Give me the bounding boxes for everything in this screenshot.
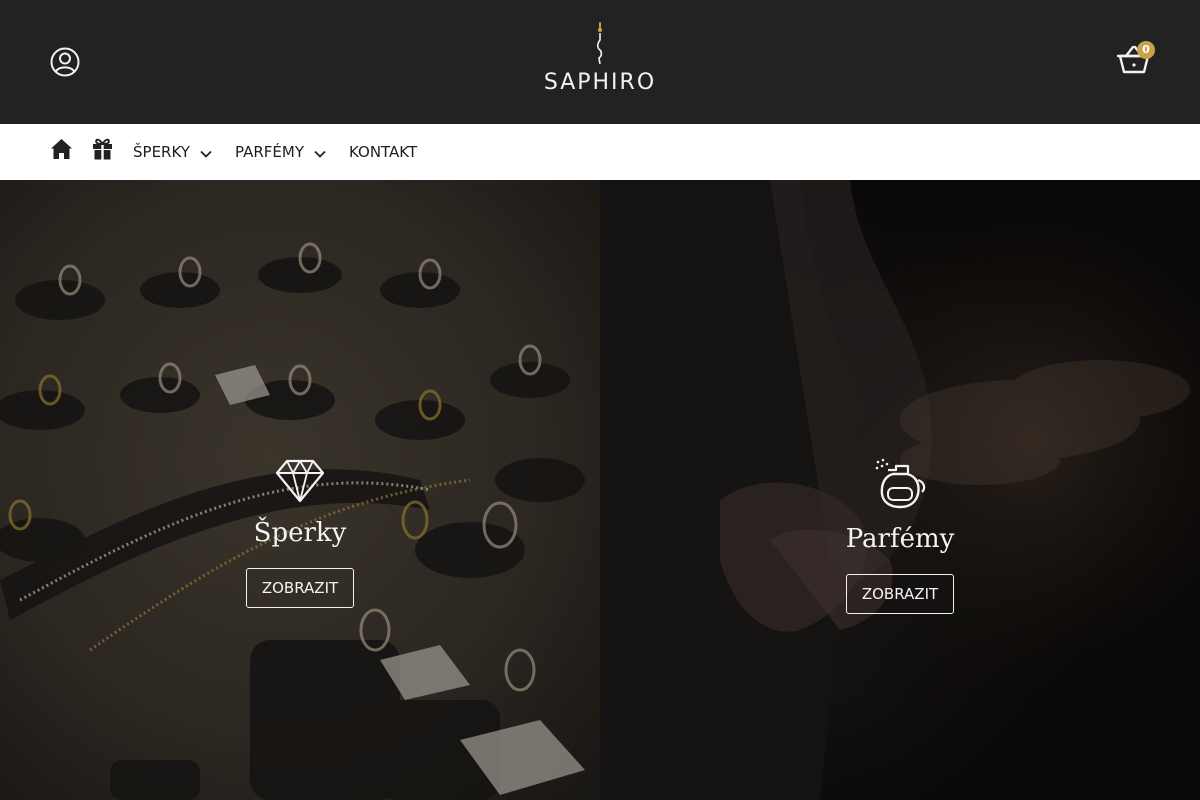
nav-item-sperky[interactable]: ŠPERKY xyxy=(133,142,212,162)
nav-item-label: ŠPERKY xyxy=(133,143,190,161)
category-panel-parfemy[interactable]: Parfémy ZOBRAZIT xyxy=(600,180,1200,800)
diamond-icon xyxy=(275,459,325,503)
nav-item-parfemy[interactable]: PARFÉMY xyxy=(235,142,326,162)
site-logo[interactable]: SAPHIRO xyxy=(528,20,672,104)
nav-item-label: KONTAKT xyxy=(349,143,418,161)
nav-item-kontakt[interactable]: KONTAKT xyxy=(349,142,417,162)
cart-count-badge: 0 xyxy=(1137,41,1155,59)
chevron-down-icon xyxy=(314,150,326,158)
jewel-drop-logo-icon xyxy=(596,22,603,65)
gift-icon[interactable] xyxy=(92,137,113,160)
home-icon[interactable] xyxy=(50,138,73,160)
panel-title: Parfémy xyxy=(845,524,955,554)
zobrazit-button[interactable]: ZOBRAZIT xyxy=(245,568,355,608)
chevron-down-icon xyxy=(200,150,212,158)
category-panel-sperky[interactable]: Šperky ZOBRAZIT xyxy=(0,180,600,800)
perfume-bottle-icon xyxy=(875,458,926,509)
logo-text: SAPHIRO xyxy=(543,70,657,95)
panel-content: Šperky ZOBRAZIT xyxy=(0,458,600,608)
main-navigation: ŠPERKY PARFÉMY KONTAKT xyxy=(0,124,1200,180)
nav-item-label: PARFÉMY xyxy=(235,143,304,161)
top-header: SAPHIRO 0 xyxy=(0,0,1200,124)
user-circle-icon[interactable] xyxy=(50,47,80,77)
zobrazit-button[interactable]: ZOBRAZIT xyxy=(845,574,955,614)
panel-title: Šperky xyxy=(253,518,347,548)
panel-content: Parfémy ZOBRAZIT xyxy=(600,458,1200,614)
